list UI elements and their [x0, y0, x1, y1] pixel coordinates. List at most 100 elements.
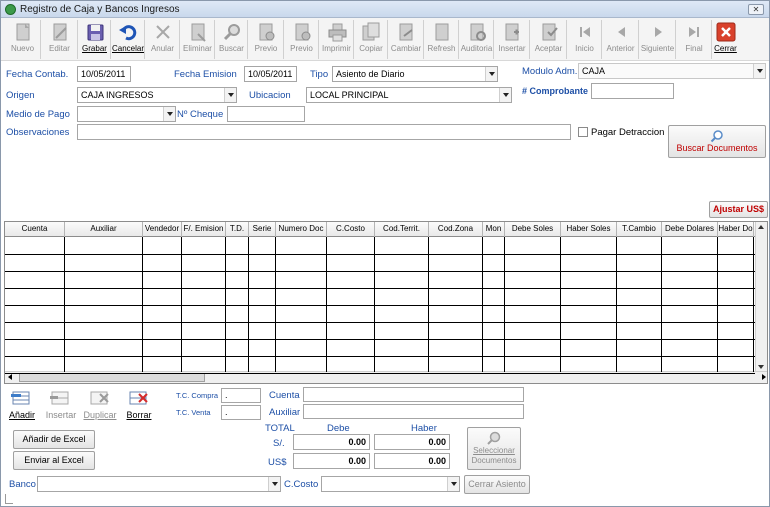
auxiliar-label: Auxiliar — [269, 407, 301, 418]
debe-label: Debe — [327, 423, 350, 434]
toolbar-button-anterior[interactable]: Anterior — [602, 20, 639, 59]
chevron-down-icon[interactable] — [753, 64, 765, 78]
fecha-emision-field[interactable]: 10/05/2011 — [244, 66, 297, 82]
asiento-grid[interactable]: Cuenta Auxiliar Vendedor F/. Emision T.D. Ser… — [4, 221, 768, 384]
toolbar-button-buscar[interactable]: Buscar — [215, 20, 248, 59]
origen-label: Origen — [6, 90, 35, 101]
toolbar-button-cerrar[interactable]: Cerrar — [712, 20, 739, 59]
window-close-button[interactable]: ✕ — [748, 4, 764, 15]
scroll-right-icon[interactable] — [762, 374, 766, 380]
fecha-contab-label: Fecha Contab. — [6, 69, 69, 80]
ccosto-select[interactable] — [321, 476, 460, 492]
toolbar-button-insertar[interactable]: Insertar — [494, 20, 530, 59]
delete-row-icon — [129, 391, 148, 405]
dolares-haber-total: 0.00 — [374, 453, 450, 469]
auxiliar-field[interactable] — [303, 404, 524, 419]
chevron-down-icon[interactable] — [499, 88, 511, 102]
fecha-contab-field[interactable]: 10/05/2011 — [77, 66, 131, 82]
grid-column-header[interactable]: Cod.Territ. — [375, 222, 429, 237]
toolbar-button-eliminar[interactable]: Eliminar — [180, 20, 215, 59]
total-label: TOTAL — [265, 423, 295, 434]
toolbar-button-cancelar[interactable]: Cancelar — [111, 20, 145, 59]
toolbar-button-nuevo[interactable]: Nuevo — [4, 20, 41, 59]
cerrar-asiento-button[interactable]: Cerrar Asiento — [464, 475, 530, 494]
preview-document-icon — [259, 23, 275, 41]
toolbar-button-label: Grabar — [82, 44, 107, 53]
medio-pago-select[interactable] — [77, 106, 176, 122]
seleccionar-documentos-button[interactable]: Seleccionar Documentos — [467, 427, 521, 470]
scroll-up-icon[interactable] — [758, 225, 764, 229]
tc-venta-field[interactable]: . — [221, 405, 261, 420]
grid-column-header[interactable]: Debe Soles — [505, 222, 561, 237]
buscar-documentos-label: Buscar Documentos — [676, 143, 758, 153]
comprobante-field[interactable] — [591, 83, 674, 99]
observaciones-field[interactable] — [77, 124, 571, 140]
grid-column-header[interactable]: T.Cambio — [617, 222, 662, 237]
grid-column-header[interactable]: Cod.Zona — [429, 222, 483, 237]
origen-select[interactable]: CAJA INGRESOS — [77, 87, 237, 103]
toolbar-button-siguiente[interactable]: Siguiente — [639, 20, 676, 59]
chevron-down-icon[interactable] — [268, 477, 280, 491]
toolbar-button-editar[interactable]: Editar — [41, 20, 78, 59]
modulo-select[interactable]: CAJA — [578, 63, 766, 79]
grid-column-header[interactable]: Auxiliar — [65, 222, 143, 237]
grid-column-header[interactable]: Debe Dolares — [662, 222, 718, 237]
tc-compra-field[interactable]: . — [221, 388, 261, 403]
detraccion-label: Pagar Detraccion — [591, 127, 665, 138]
toolbar-button-cambiar[interactable]: Cambiar — [388, 20, 424, 59]
toolbar-button-label: Auditoria — [460, 44, 493, 53]
previous-record-icon — [617, 27, 625, 37]
grid-column-header[interactable]: Cuenta — [5, 222, 65, 237]
grid-column-header[interactable]: T.D. — [226, 222, 249, 237]
horizontal-scroll-thumb[interactable] — [19, 373, 205, 382]
grid-column-header[interactable]: Serie — [249, 222, 276, 237]
toolbar-button-inicio[interactable]: Inicio — [567, 20, 602, 59]
anadir-excel-button[interactable]: Añadir de Excel — [13, 430, 95, 449]
grid-row-line — [5, 288, 755, 289]
grid-column-header[interactable]: Vendedor — [143, 222, 182, 237]
main-window: Registro de Caja y Bancos Ingresos ✕ Nue… — [0, 0, 770, 507]
grid-column-header[interactable]: Mon — [483, 222, 505, 237]
banco-select[interactable] — [37, 476, 281, 492]
grid-column-header[interactable]: C.Costo — [327, 222, 375, 237]
toolbar-button-auditoria[interactable]: Auditoria — [459, 20, 494, 59]
chevron-down-icon[interactable] — [447, 477, 459, 491]
buscar-documentos-button[interactable]: Buscar Documentos — [668, 125, 766, 158]
cuenta-field[interactable] — [303, 387, 524, 402]
chevron-down-icon[interactable] — [224, 88, 236, 102]
scroll-left-icon[interactable] — [8, 374, 12, 380]
tipo-select[interactable]: Asiento de Diario — [332, 66, 498, 82]
ajustar-dolares-button[interactable]: Ajustar US$ — [709, 201, 768, 218]
grid-column-header[interactable]: F/. Emision — [182, 222, 226, 237]
toolbar-button-previo[interactable]: Previo — [248, 20, 284, 59]
grid-column-header[interactable]: Haber Soles — [561, 222, 617, 237]
duplicar-row-button[interactable]: Duplicar — [81, 387, 119, 423]
grid-column-header[interactable]: Numero Doc — [276, 222, 327, 237]
toolbar-button-final[interactable]: Final — [676, 20, 712, 59]
enviar-excel-button[interactable]: Enviar al Excel — [13, 451, 95, 470]
grid-row-line — [5, 254, 755, 255]
toolbar-button-anular[interactable]: Anular — [145, 20, 180, 59]
search-magnifier-icon — [487, 431, 501, 445]
borrar-row-button[interactable]: Borrar — [121, 387, 157, 423]
toolbar-button-aceptar[interactable]: Aceptar — [530, 20, 567, 59]
chevron-down-icon[interactable] — [485, 67, 497, 81]
vertical-scrollbar[interactable] — [755, 222, 767, 372]
chevron-down-icon[interactable] — [163, 107, 175, 121]
cheque-field[interactable] — [227, 106, 305, 122]
anadir-row-button[interactable]: Añadir — [4, 387, 40, 423]
tipo-label: Tipo — [310, 69, 329, 80]
toolbar-button-previo[interactable]: Previo — [284, 20, 319, 59]
insertar-row-button[interactable]: Insertar — [43, 387, 79, 423]
grid-column-header[interactable]: Haber Do — [718, 222, 754, 237]
duplicar-label: Duplicar — [83, 410, 117, 420]
accept-document-icon — [542, 23, 558, 41]
ubicacion-select[interactable]: LOCAL PRINCIPAL — [306, 87, 512, 103]
detraccion-checkbox[interactable] — [578, 127, 588, 137]
scroll-down-icon[interactable] — [758, 365, 764, 369]
toolbar-button-refresh[interactable]: Refresh — [424, 20, 459, 59]
toolbar-button-grabar[interactable]: Grabar — [78, 20, 111, 59]
toolbar-button-label: Previo — [290, 44, 313, 53]
toolbar-button-copiar[interactable]: Copiar — [354, 20, 388, 59]
toolbar-button-imprimir[interactable]: Imprimir — [319, 20, 354, 59]
